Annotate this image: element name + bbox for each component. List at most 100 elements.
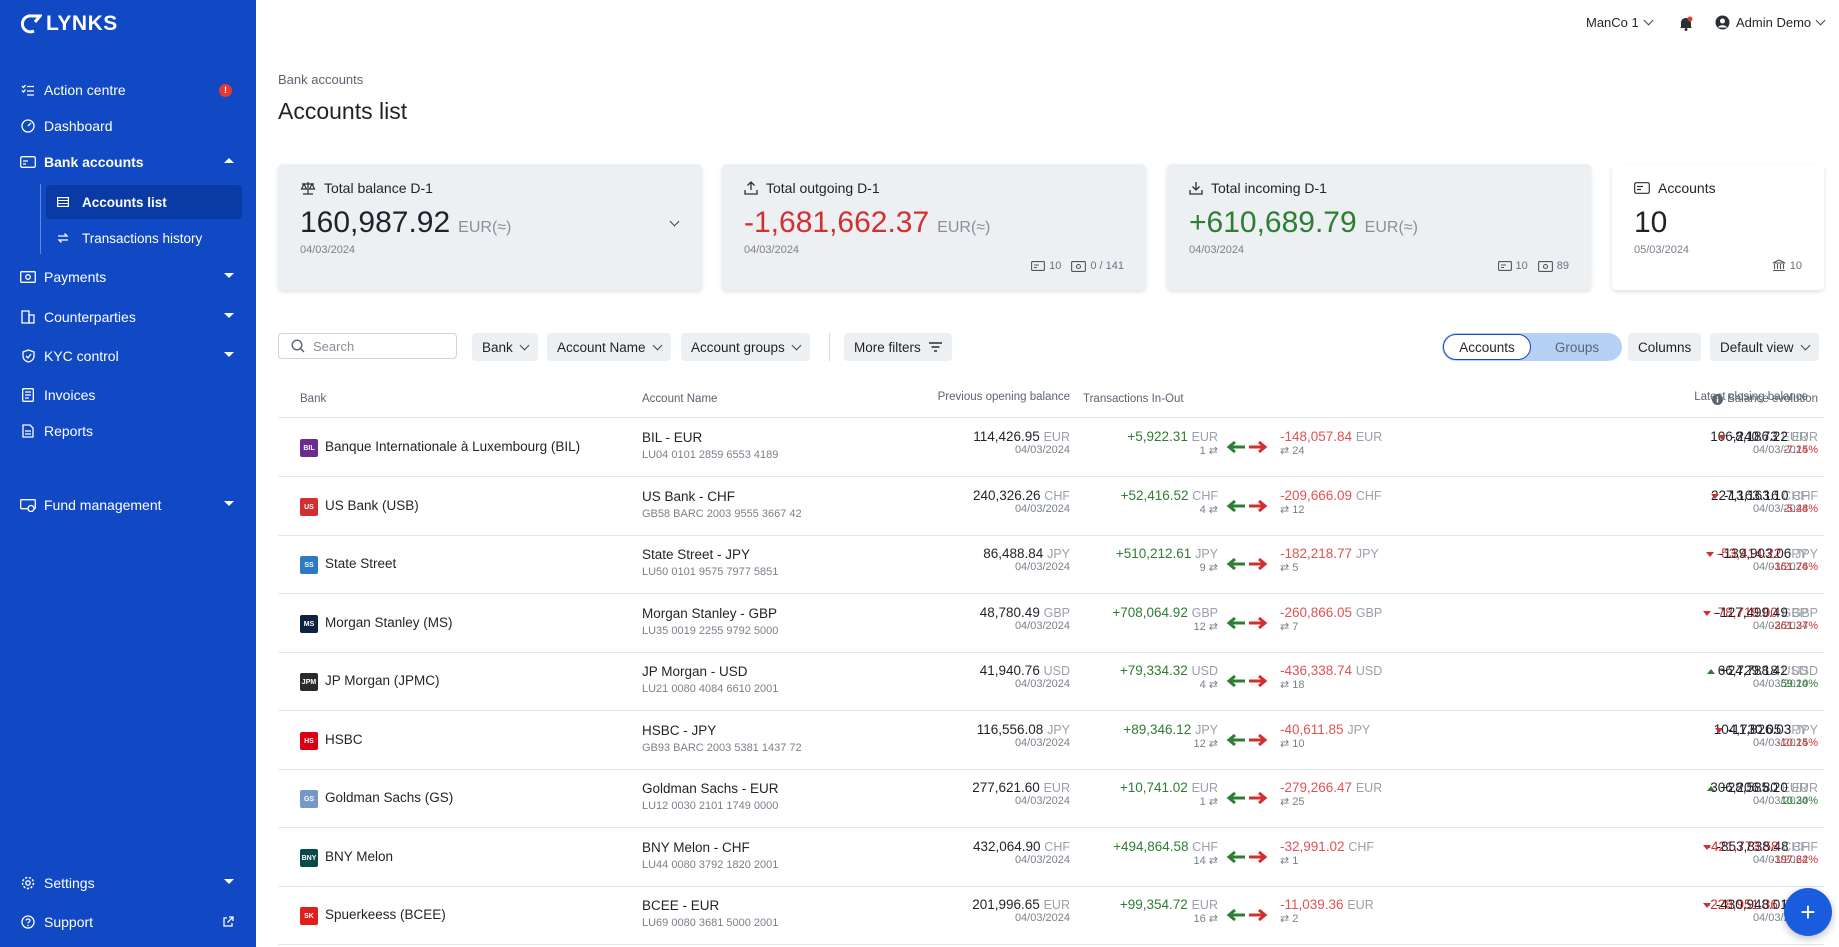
account-card-icon [1634,182,1650,194]
incoming-transactions[interactable]: +79,334.32 USD 4 ⇄ [1038,663,1218,691]
account-name[interactable]: HSBC - JPY [642,723,716,738]
table-row[interactable]: SK Spuerkeess (BCEE) BCEE - EUR LU69 008… [278,887,1824,945]
nav-accounts-list[interactable]: Accounts list [46,185,242,219]
table-header: Bank Account Name Previous opening balan… [278,388,1824,418]
filter-account-groups[interactable]: Account groups [681,333,810,361]
table-row[interactable]: MS Morgan Stanley (MS) Morgan Stanley - … [278,595,1824,653]
incoming-count: 14 [1193,855,1206,867]
columns-button[interactable]: Columns [1628,333,1702,361]
previous-opening-balance: 86,488.84 JPY 04/03/2024 [778,546,1070,573]
incoming-transactions[interactable]: +10,741.02 EUR 1 ⇄ [1038,780,1218,808]
bank-name: US Bank (USB) [325,498,419,513]
col-balance-evolution[interactable]: Balance evolution [1694,393,1818,405]
app-logo[interactable]: LYNKS [20,12,118,36]
nav-reports[interactable]: Reports [0,414,256,448]
col-transactions[interactable]: Transactions In-Out [1083,393,1184,405]
filter-label: Account Name [557,339,646,355]
nav-settings[interactable]: Settings [0,866,256,900]
col-account-name[interactable]: Account Name [642,393,717,405]
balance-evolution: -8,186.22 EUR -7.15% [1678,429,1818,456]
table-row[interactable]: JPM JP Morgan (JPMC) JP Morgan - USD LU2… [278,653,1824,711]
document-icon [20,387,36,403]
expand-caret-icon[interactable] [224,501,234,506]
outgoing-count: 10 [1292,738,1305,750]
expand-caret-icon[interactable] [224,273,234,278]
evolution-percent: -261.37% [1770,620,1818,632]
outgoing-transactions[interactable]: -32,991.02 CHF ⇄ 1 [1280,839,1480,867]
filter-account-name[interactable]: Account Name [547,333,671,361]
account-name[interactable]: Goldman Sachs - EUR [642,781,779,796]
bank-logo-icon: GS [300,790,318,808]
expand-caret-icon[interactable] [224,313,234,318]
notifications-button[interactable] [1679,16,1693,31]
bank-logo-icon: BIL [300,439,318,457]
currency: JPY [1347,723,1371,737]
table-row[interactable]: SS State Street State Street - JPY LU50 … [278,536,1824,594]
nav-fund-management[interactable]: Fund management [0,488,256,522]
outgoing-transactions[interactable]: -148,057.84 EUR ⇄ 24 [1280,429,1480,457]
expand-caret-icon[interactable] [224,879,234,884]
table-row[interactable]: BNY BNY Melon BNY Melon - CHF LU44 0080 … [278,829,1824,887]
incoming-transactions[interactable]: +99,354.72 EUR 16 ⇄ [1038,897,1218,925]
account-name[interactable]: Morgan Stanley - GBP [642,606,777,621]
incoming-transactions[interactable]: +5,922.31 EUR 1 ⇄ [1038,429,1218,457]
incoming-transactions[interactable]: +494,864.58 CHF 14 ⇄ [1038,839,1218,867]
incoming-transactions[interactable]: +708,064.92 GBP 12 ⇄ [1038,605,1218,633]
outgoing-transactions[interactable]: -11,039.36 EUR ⇄ 2 [1280,897,1480,925]
nav-counterparties[interactable]: Counterparties [0,300,256,334]
more-filters-button[interactable]: More filters [844,333,952,361]
breadcrumb[interactable]: Bank accounts [278,72,363,87]
previous-opening-balance: 432,064.90 CHF 04/03/2024 [778,839,1070,866]
col-bank[interactable]: Bank [300,393,326,405]
account-name[interactable]: BNY Melon - CHF [642,840,750,855]
nav-transactions-history[interactable]: Transactions history [46,221,242,255]
table-row[interactable]: HS HSBC HSBC - JPY GB93 BARC 2003 5381 1… [278,712,1824,770]
account-name[interactable]: State Street - JPY [642,547,750,562]
table-row[interactable]: BIL Banque Internationale à Luxembourg (… [278,419,1824,477]
account-name[interactable]: US Bank - CHF [642,489,735,504]
outgoing-transactions[interactable]: -40,611.85 JPY ⇄ 10 [1280,722,1480,750]
expand-caret-icon[interactable] [224,352,234,357]
nav-invoices[interactable]: Invoices [0,378,256,412]
date: 04/03/2024 [1014,444,1070,456]
nav-bank-accounts[interactable]: Bank accounts [0,145,256,179]
nav-action-centre[interactable]: Action centre ! [0,73,256,107]
incoming-count: 9 [1199,562,1206,574]
entity-name: ManCo 1 [1586,15,1639,30]
add-fab-button[interactable]: + [1784,888,1832,936]
table-row[interactable]: US US Bank (USB) US Bank - CHF GB58 BARC… [278,478,1824,536]
nav-payments[interactable]: Payments [0,260,256,294]
incoming-count: 4 [1199,504,1206,516]
nav-support[interactable]: Support [0,905,256,939]
nav-dashboard[interactable]: Dashboard [0,109,256,143]
view-toggle[interactable]: Accounts Groups [1442,333,1622,361]
default-view-selector[interactable]: Default view [1710,333,1819,361]
collapse-caret-icon[interactable] [224,158,234,163]
transfer-icon: ⇄ [1280,796,1290,808]
account-name[interactable]: BIL - EUR [642,430,702,445]
incoming-transactions[interactable]: +510,212.61 JPY 9 ⇄ [1038,546,1218,574]
outgoing-transactions[interactable]: -209,666.09 CHF ⇄ 12 [1280,488,1480,516]
incoming-transactions[interactable]: +89,346.12 JPY 12 ⇄ [1038,722,1218,750]
toggle-accounts[interactable]: Accounts [1443,334,1531,360]
outgoing-count: 1 [1292,855,1299,867]
filter-bank[interactable]: Bank [472,333,538,361]
table-row[interactable]: GS Goldman Sachs (GS) Goldman Sachs - EU… [278,770,1824,828]
account-name[interactable]: BCEE - EUR [642,898,719,913]
outgoing-transactions[interactable]: -436,338.74 USD ⇄ 18 [1280,663,1480,691]
col-previous-opening-balance[interactable]: Previous opening balance [820,391,1070,403]
outgoing-transactions[interactable]: -279,266.47 EUR ⇄ 25 [1280,780,1480,808]
user-menu[interactable]: Admin Demo [1715,15,1826,30]
nav-kyc-control[interactable]: KYC control [0,339,256,373]
incoming-transactions[interactable]: +52,416.52 CHF 4 ⇄ [1038,488,1218,516]
account-name[interactable]: JP Morgan - USD [642,664,748,679]
search-box[interactable] [278,333,457,359]
outgoing-transactions[interactable]: -260,866.05 GBP ⇄ 7 [1280,605,1480,633]
outgoing-transactions[interactable]: -182,218.77 JPY ⇄ 5 [1280,546,1480,574]
search-input[interactable] [313,338,443,354]
evolution-percent: 10.30% [1780,795,1818,807]
toggle-groups[interactable]: Groups [1534,334,1620,360]
upload-icon [744,181,758,195]
balance-evolution: -139,903.06 JPY -161.76% [1678,546,1818,573]
entity-selector[interactable]: ManCo 1 [1586,15,1654,30]
